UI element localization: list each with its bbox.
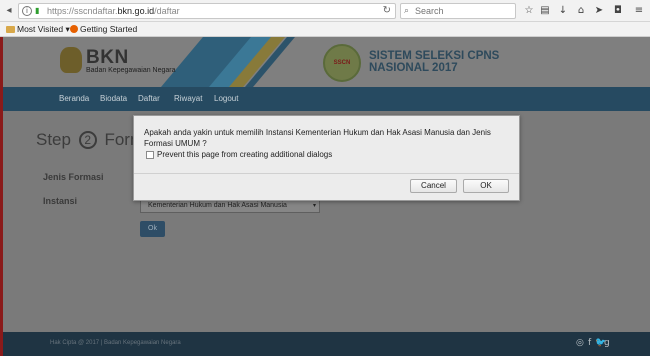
prevent-dialogs-label[interactable]: Prevent this page from creating addition… <box>157 150 332 159</box>
home-icon[interactable]: ⌂ <box>574 4 588 18</box>
nav-logout[interactable]: Logout <box>214 94 238 103</box>
reload-icon[interactable]: ↻ <box>383 5 391 16</box>
form-ok-button[interactable]: Ok <box>140 221 165 237</box>
dialog-message: Apakah anda yakin untuk memilih Instansi… <box>144 128 491 148</box>
site-footer: Hak Cipta @ 2017 | Badan Kepegawaian Neg… <box>0 332 650 356</box>
search-icon: ⌕ <box>404 5 410 15</box>
jenis-formasi-label: Jenis Formasi <box>43 172 104 182</box>
instansi-selected-value: Kementerian Hukum dan Hak Asasi Manusia <box>148 202 287 209</box>
url-text: https://sscndaftar.bkn.go.id/daftar <box>47 6 180 16</box>
confirm-dialog: Apakah anda yakin untuk memilih Instansi… <box>133 115 520 201</box>
prevent-dialogs-checkbox[interactable] <box>146 151 154 159</box>
bookmarks-bar: Most Visited ▾ Getting Started <box>0 22 650 37</box>
step-label: Step <box>36 130 71 149</box>
main-nav: Beranda Biodata Daftar Riwayat Logout <box>0 87 650 111</box>
browser-toolbar: ◂ i ▮ https://sscndaftar.bkn.go.id/dafta… <box>0 0 650 22</box>
nav-beranda[interactable]: Beranda <box>59 94 89 103</box>
step-number: 2 <box>78 131 97 149</box>
bookmark-label: Most Visited <box>17 24 64 34</box>
instansi-label: Instansi <box>43 196 78 206</box>
site-header: BKN Badan Kepegawaian Negara SSCN SISTEM… <box>0 37 650 87</box>
nav-riwayat[interactable]: Riwayat <box>174 94 202 103</box>
nav-daftar[interactable]: Daftar <box>138 94 160 103</box>
site-info-icon[interactable]: i <box>22 6 32 16</box>
pocket-icon[interactable]: ◘ <box>611 4 625 18</box>
url-bar[interactable]: i ▮ https://sscndaftar.bkn.go.id/daftar … <box>18 3 396 19</box>
bkn-logo[interactable]: BKN <box>86 47 129 69</box>
facebook-icon[interactable]: f <box>588 338 591 348</box>
bookmark-getting-started[interactable]: Getting Started <box>70 23 137 36</box>
search-box[interactable]: ⌕ <box>400 3 516 19</box>
send-icon[interactable]: ➤ <box>592 4 606 18</box>
instansi-select[interactable]: Kementerian Hukum dan Hak Asasi Manusia ▾ <box>140 199 320 213</box>
sscn-badge-text: SSCN <box>333 60 351 66</box>
bkn-subtitle: Badan Kepegawaian Negara <box>86 67 176 74</box>
star-icon[interactable]: ☆ <box>522 4 536 18</box>
footer-copyright: Hak Cipta @ 2017 | Badan Kepegawaian Neg… <box>50 340 181 346</box>
back-icon[interactable]: ◂ <box>2 4 16 18</box>
whatsapp-icon[interactable]: ◎ <box>576 338 584 348</box>
google-plus-icon[interactable]: g <box>604 338 610 348</box>
search-input[interactable] <box>415 5 513 17</box>
dialog-divider <box>134 173 519 174</box>
folder-icon <box>6 26 15 33</box>
site-title-line2: NASIONAL 2017 <box>369 62 458 74</box>
bookmark-label: Getting Started <box>80 24 138 34</box>
ok-button[interactable]: OK <box>463 179 509 193</box>
firefox-icon <box>70 25 78 33</box>
lock-icon[interactable]: ▮ <box>35 6 39 15</box>
url-path: /daftar <box>154 6 180 16</box>
cancel-button[interactable]: Cancel <box>410 179 457 193</box>
bookmark-most-visited[interactable]: Most Visited ▾ <box>6 23 70 36</box>
menu-icon[interactable]: ≡ <box>632 4 646 18</box>
site-title-line1: SISTEM SELEKSI CPNS <box>369 50 500 62</box>
url-prefix: https://sscndaftar. <box>47 6 118 16</box>
window-edge <box>0 37 3 356</box>
sscn-badge-icon: SSCN <box>323 44 361 82</box>
url-domain: bkn.go.id <box>117 6 155 16</box>
page-title: Step 2 Form <box>36 130 144 150</box>
nav-biodata[interactable]: Biodata <box>100 94 127 103</box>
chevron-down-icon: ▾ <box>312 203 316 209</box>
garuda-emblem-icon <box>60 47 82 73</box>
library-icon[interactable]: ▤ <box>538 4 552 18</box>
download-icon[interactable]: ↓ <box>556 4 570 18</box>
site-title: SISTEM SELEKSI CPNS NASIONAL 2017 <box>369 50 499 74</box>
